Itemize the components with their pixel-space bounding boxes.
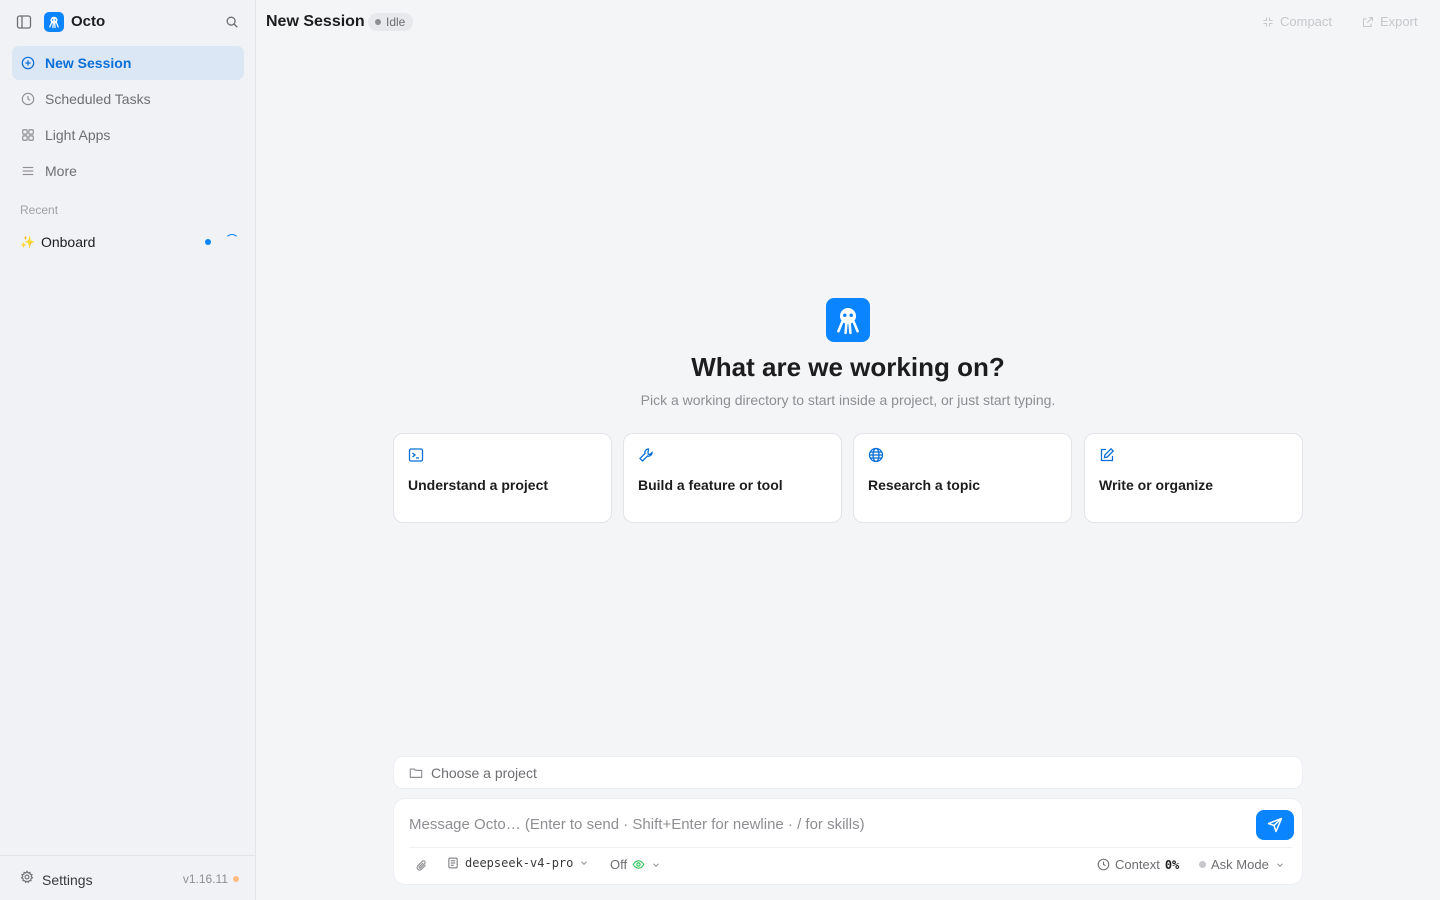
eye-icon [632, 860, 645, 869]
message-input[interactable] [409, 813, 1239, 835]
mode-label: Ask Mode [1211, 857, 1269, 872]
context-value: 0% [1164, 857, 1180, 872]
paperclip-icon[interactable] [413, 857, 429, 873]
clock-icon [1097, 858, 1110, 871]
context-label: Context [1115, 857, 1160, 872]
hero-title: What are we working on? [691, 352, 1005, 382]
model-icon [448, 857, 458, 869]
grid-icon [20, 127, 36, 143]
choose-project-button[interactable]: Choose a project [393, 756, 1303, 789]
compress-icon [1263, 17, 1273, 26]
visibility-toggle[interactable]: Off [610, 857, 661, 872]
globe-icon [868, 447, 884, 463]
status-dot [375, 19, 381, 25]
card-label: Build a feature or tool [638, 477, 783, 493]
main-header: New Session Idle Compact Export [256, 0, 1440, 44]
recent-item-label: Onboard [40, 234, 96, 250]
card-build-feature[interactable]: Build a feature or tool [623, 433, 842, 523]
octo-logo-icon [44, 12, 64, 32]
clock-icon [20, 91, 36, 107]
sidebar-toggle-icon[interactable] [14, 12, 34, 32]
sidebar-item-light-apps[interactable]: Light Apps [12, 118, 244, 152]
compact-label: Compact [1280, 14, 1333, 29]
context-indicator: Context 0% [1097, 857, 1179, 872]
plus-circle-icon [20, 55, 36, 71]
sidebar-item-label: Scheduled Tasks [45, 91, 151, 107]
sidebar-item-scheduled-tasks[interactable]: Scheduled Tasks [12, 82, 244, 116]
hero-subtitle: Pick a working directory to start inside… [640, 392, 1056, 408]
menu-icon [20, 163, 36, 179]
export-label: Export [1380, 14, 1418, 29]
edit-icon [1100, 447, 1115, 462]
sidebar-footer: Settings v1.16.11 [0, 855, 255, 900]
page-title: New Session [266, 13, 365, 30]
compact-button[interactable]: Compact [1262, 14, 1332, 29]
app-title: Octo [71, 13, 106, 30]
sidebar: Octo New Session Scheduled Tasks Light A… [0, 0, 256, 900]
wrench-icon [639, 448, 653, 462]
composer-divider [409, 847, 1292, 848]
chevron-down-icon [1276, 862, 1283, 867]
chevron-down-icon [581, 861, 588, 865]
status-label: Idle [386, 15, 406, 29]
card-write-organize[interactable]: Write or organize [1084, 433, 1303, 523]
octo-hero-logo-icon [826, 298, 870, 342]
model-selector[interactable]: deepseek-v4-pro [447, 856, 589, 870]
recent-item-onboard[interactable]: ✨ Onboard [12, 229, 244, 255]
status-badge: Idle [368, 13, 414, 31]
gear-icon [20, 870, 34, 889]
loading-spinner-icon [225, 234, 239, 248]
model-label: deepseek-v4-pro [465, 856, 574, 870]
card-research-topic[interactable]: Research a topic [853, 433, 1072, 523]
send-icon [1267, 817, 1283, 833]
card-label: Understand a project [408, 477, 549, 493]
export-button[interactable]: Export [1362, 14, 1418, 29]
toggle-label: Off [610, 857, 628, 872]
chevron-down-icon [653, 862, 659, 867]
sidebar-item-more[interactable]: More [12, 154, 244, 188]
card-label: Write or organize [1099, 477, 1214, 493]
terminal-icon [408, 448, 424, 462]
sidebar-item-new-session[interactable]: New Session [12, 46, 244, 80]
mode-dot [1199, 861, 1206, 868]
export-icon [1362, 16, 1374, 27]
recent-section-label: Recent [20, 203, 59, 217]
sidebar-header: Octo [0, 0, 255, 44]
folder-icon [409, 767, 423, 778]
message-composer: deepseek-v4-pro Off Context 0% Ask Mode [393, 798, 1303, 885]
settings-label: Settings [42, 871, 93, 888]
choose-project-label: Choose a project [431, 764, 537, 781]
update-dot [233, 876, 239, 882]
sidebar-item-label: New Session [45, 55, 132, 71]
settings-button[interactable]: Settings [20, 870, 93, 889]
send-button[interactable] [1256, 810, 1294, 840]
sidebar-item-label: Light Apps [45, 127, 111, 143]
search-icon[interactable] [222, 12, 242, 32]
card-label: Research a topic [868, 477, 981, 493]
unread-dot [205, 239, 211, 245]
mode-selector[interactable]: Ask Mode [1199, 857, 1285, 872]
card-understand-project[interactable]: Understand a project [393, 433, 612, 523]
sparkle-icon: ✨ [20, 235, 35, 249]
sidebar-item-label: More [45, 163, 77, 179]
version-label: v1.16.11 [182, 872, 228, 886]
